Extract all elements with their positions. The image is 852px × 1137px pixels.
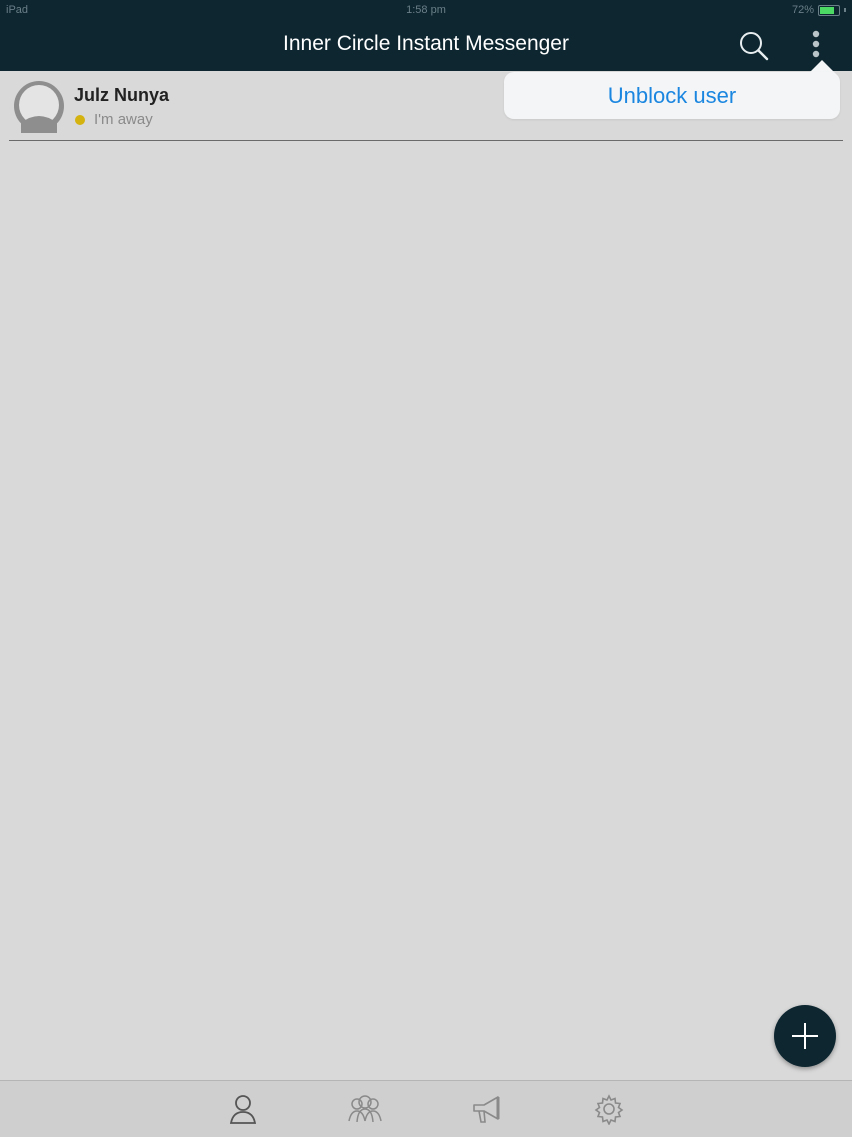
tab-bar	[0, 1080, 852, 1137]
settings-icon	[594, 1094, 624, 1126]
battery-indicator: 72%	[792, 4, 846, 16]
status-bar: iPad 1:58 pm 72%	[0, 0, 852, 22]
status-time: 1:58 pm	[406, 4, 446, 16]
app-header: iPad 1:58 pm 72% Inner Circle Instant Me…	[0, 0, 852, 71]
overflow-menu: Unblock user	[504, 72, 840, 119]
presence-status: I'm away	[94, 111, 153, 128]
add-contact-button[interactable]	[774, 1005, 836, 1067]
groups-icon	[348, 1095, 382, 1123]
more-vertical-icon	[812, 30, 820, 58]
unblock-user-menu-item[interactable]: Unblock user	[504, 72, 840, 119]
tab-broadcast[interactable]	[470, 1093, 504, 1125]
contact-name: Julz Nunya	[74, 85, 170, 105]
broadcast-icon	[473, 1096, 500, 1123]
search-button[interactable]	[737, 30, 771, 62]
contacts-icon	[229, 1095, 257, 1124]
battery-icon	[818, 4, 840, 16]
presence-dot	[75, 115, 85, 125]
list-divider	[9, 140, 843, 141]
battery-percent: 72%	[791, 4, 814, 16]
search-icon	[740, 32, 769, 61]
tab-settings[interactable]	[592, 1093, 626, 1126]
page-title: Inner Circle Instant Messenger	[283, 32, 569, 55]
plus-icon	[792, 1023, 818, 1049]
tab-groups[interactable]	[348, 1093, 382, 1125]
more-options-button[interactable]	[804, 28, 828, 62]
avatar-icon	[14, 81, 64, 133]
tab-contacts[interactable]	[226, 1093, 260, 1125]
